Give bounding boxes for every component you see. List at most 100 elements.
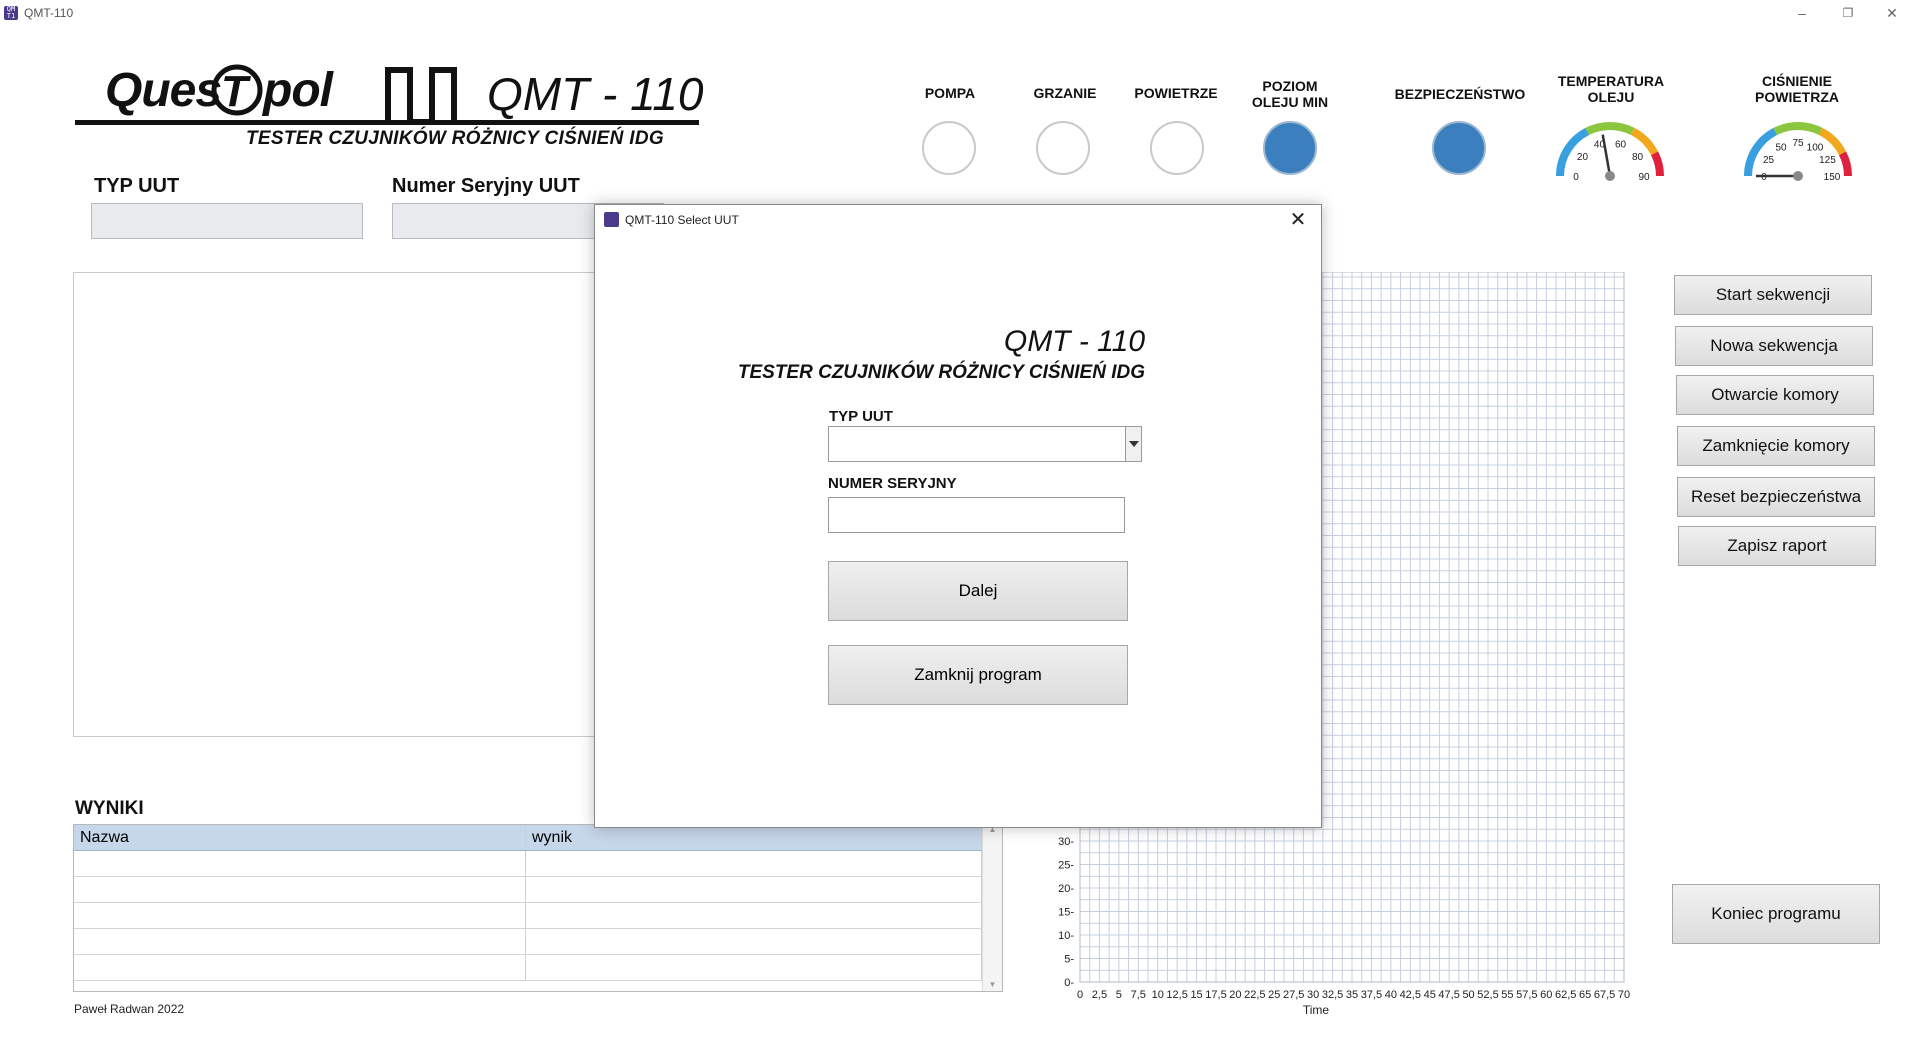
indicator-powietrze-led [1150,121,1204,175]
chart-x-tick-label: 55 [1501,989,1513,1001]
chart-x-tick-label: 60 [1540,989,1552,1001]
chart-x-tick-label: 32,5 [1322,989,1343,1001]
pressure-gauge-arc-segment [1838,151,1852,177]
indicator-grzanie-led [1036,121,1090,175]
open-chamber-button[interactable]: Otwarcie komory [1676,375,1874,415]
sequence-log-panel [73,272,609,737]
temperature-gauge-needle-hub [1605,171,1615,181]
results-title: WYNIKI [75,798,144,819]
dialog-close-icon[interactable]: ✕ [1285,207,1311,233]
chevron-down-icon[interactable] [1125,427,1141,461]
minimize-icon[interactable]: – [1782,2,1822,24]
questpol-logo-icon: Ques T pol [105,64,336,117]
close-chamber-button[interactable]: Zamknięcie komory [1677,426,1875,466]
chart-x-tick-label: 67,5 [1594,989,1615,1001]
temperature-gauge-tick-label: 20 [1577,152,1589,163]
scroll-down-icon[interactable]: ▼ [983,980,1002,989]
indicator-label-pompa: POMPA [924,85,976,101]
typ-uut-field[interactable] [91,203,363,239]
svg-text:T: T [221,67,251,116]
new-sequence-button[interactable]: Nowa sekwencja [1675,326,1873,366]
model-title: QMT - 110 [487,68,704,120]
dialog-title: QMT-110 Select UUT [625,213,739,227]
table-scrollbar[interactable]: ▲ ▼ [982,825,1002,991]
chart-y-tick-label: 5- [1064,954,1074,966]
chart-x-tick-label: 65 [1579,989,1591,1001]
typ-uut-dropdown[interactable] [828,426,1142,462]
gauge-pressure-label-line1: CIŚNIENIE [1761,73,1832,89]
pressure-gauge-tick-label: 25 [1763,155,1775,166]
pressure-gauge-arc-segment [1744,127,1778,177]
results-table: Nazwa wynik ▲ ▼ [73,824,1003,992]
chart-y-tick-label: 10- [1058,930,1074,942]
svg-text:Ques: Ques [105,64,221,117]
indicator-label-poziom-oleju: POZIOM OLEJU MIN [1230,78,1350,110]
exit-program-button[interactable]: Koniec programu [1672,884,1880,944]
indicator-bezpieczenstwo-led [1432,121,1486,175]
gauge-pressure-label-line2: POWIETRZA [1755,89,1839,105]
reset-safety-button[interactable]: Reset bezpieczeństwa [1677,477,1875,517]
chart-y-tick-label: 0- [1064,977,1074,989]
temperature-gauge-arc-segment [1585,122,1635,136]
chart-x-tick-label: 40 [1385,989,1397,1001]
serial-number-label: Numer Seryjny UUT [392,175,580,197]
gauge-temperature-label-line1: TEMPERATURA [1557,73,1665,89]
temperature-gauge-needle [1601,134,1612,177]
pressure-gauge-tick-label: 125 [1819,155,1836,166]
pressure-gauge-arc-segment [1773,122,1823,136]
chart-x-tick-label: 10 [1152,989,1164,1001]
chart-x-tick-label: 35 [1346,989,1358,1001]
results-table-header: Nazwa wynik [74,825,1002,851]
column-header-wynik[interactable]: wynik [526,825,982,850]
chart-y-tick-label: 30- [1058,836,1074,848]
indicator-label-powietrze: POWIETRZE [1134,85,1218,101]
pressure-gauge-tick-label: 100 [1807,143,1824,154]
chart-x-tick-label: 57,5 [1516,989,1537,1001]
restore-icon[interactable]: ❐ [1828,2,1868,24]
chart-x-tick-label: 27,5 [1283,989,1304,1001]
dialog-app-icon [604,212,619,227]
column-header-nazwa[interactable]: Nazwa [74,825,526,850]
app-icon: QM T1 [4,6,18,20]
table-row[interactable] [74,955,1002,981]
chart-x-tick-label: 62,5 [1555,989,1576,1001]
pressure-gauge-arc-segment [1818,127,1847,156]
indicator-poziom-oleju-led [1263,121,1317,175]
close-program-button[interactable]: Zamknij program [828,645,1128,705]
chart-y-tick-label: 20- [1058,883,1074,895]
chart-x-tick-label: 47,5 [1438,989,1459,1001]
chart-x-tick-label: 0 [1077,989,1083,1001]
pressure-gauge-tick-label: 50 [1775,143,1787,154]
serial-number-input[interactable] [828,497,1125,533]
select-uut-dialog: QMT-110 Select UUT ✕ QMT - 110 TESTER CZ… [594,204,1322,828]
dialog-typ-uut-label: TYP UUT [829,408,893,425]
svg-text:pol: pol [261,64,335,117]
pressure-gauge-tick-label: 0 [1761,172,1767,183]
waveform-logo-icon [385,67,457,124]
gauge-temperature-label-line2: OLEJU [1587,89,1635,105]
pressure-gauge-needle-hub [1793,171,1803,181]
chart-x-tick-label: 70 [1618,989,1630,1001]
save-report-button[interactable]: Zapisz raport [1678,526,1876,566]
next-button[interactable]: Dalej [828,561,1128,621]
chart-x-tick-label: 22,5 [1244,989,1265,1001]
chart-x-tick-label: 20 [1229,989,1241,1001]
pressure-gauge: 0 2550 75 100125 150 [1744,122,1852,183]
chart-x-axis-label: Time [1303,1003,1330,1017]
table-row[interactable] [74,851,1002,877]
pressure-gauge-tick-label: 150 [1824,172,1841,183]
table-row[interactable] [74,877,1002,903]
pressure-gauge-tick-label: 75 [1792,138,1804,149]
table-row[interactable] [74,903,1002,929]
table-row[interactable] [74,929,1002,955]
indicator-label-bezpieczenstwo: BEZPIECZEŃSTWO [1394,86,1526,102]
chart-x-tick-label: 5 [1116,989,1122,1001]
indicator-label-grzanie: GRZANIE [1033,85,1097,101]
window-title: QMT-110 [24,6,74,20]
close-icon[interactable]: ✕ [1872,2,1912,24]
start-sequence-button[interactable]: Start sekwencji [1674,275,1872,315]
chart-x-tick-label: 25 [1268,989,1280,1001]
chart-x-tick-label: 30 [1307,989,1319,1001]
chart-y-tick-label: 25- [1058,860,1074,872]
title-bar: QM T1 QMT-110 – ❐ ✕ [0,0,1916,26]
